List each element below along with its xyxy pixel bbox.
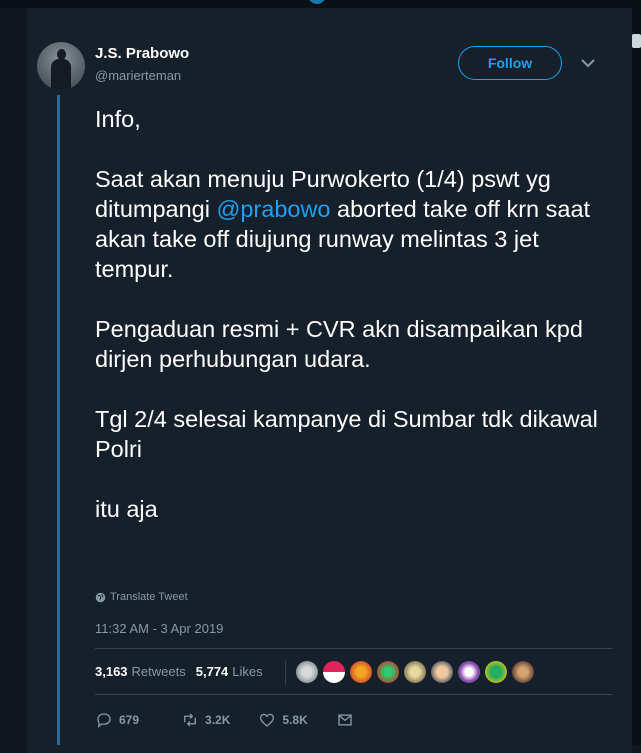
chevron-down-icon[interactable]	[580, 58, 596, 68]
retweet-button[interactable]: 3.2K	[181, 711, 230, 729]
liker-avatar[interactable]	[296, 661, 318, 683]
divider	[95, 648, 612, 649]
liker-avatar[interactable]	[431, 661, 453, 683]
liker-avatar[interactable]	[404, 661, 426, 683]
tweet-paragraph-5: itu aja	[95, 496, 158, 522]
reply-count[interactable]: 679	[119, 713, 139, 727]
liker-avatars	[285, 661, 534, 685]
follow-button[interactable]: Follow	[458, 46, 562, 80]
like-button[interactable]: 5.8K	[258, 711, 308, 729]
avatar[interactable]	[37, 42, 85, 90]
reply-button[interactable]: 679	[95, 711, 139, 729]
globe-icon	[95, 592, 106, 602]
retweet-icon	[184, 713, 196, 727]
tweet-line-1: Info,	[95, 106, 141, 132]
likes-label[interactable]: Likes	[232, 664, 262, 679]
tweet-paragraph-4: Tgl 2/4 selesai kampanye di Sumbar tdk d…	[95, 406, 598, 462]
tweet-paragraph-3: Pengaduan resmi + CVR akn disampaikan kp…	[95, 316, 583, 372]
mention-link[interactable]: @prabowo	[217, 196, 331, 222]
tweet-actions: 679 3.2K 5.8K	[95, 711, 354, 729]
divider	[95, 694, 612, 695]
direct-message-button[interactable]	[336, 711, 354, 729]
user-handle[interactable]: @marierteman	[95, 68, 181, 83]
twitter-logo-icon	[308, 0, 326, 4]
retweets-count[interactable]: 3,163	[95, 664, 128, 679]
like-count[interactable]: 5.8K	[282, 713, 307, 727]
liker-avatar[interactable]	[323, 661, 345, 683]
window-edge	[632, 0, 641, 745]
thread-line	[57, 95, 60, 745]
translate-label[interactable]: Translate Tweet	[110, 591, 188, 603]
user-name[interactable]: J.S. Prabowo	[95, 45, 189, 62]
reply-icon	[97, 713, 111, 729]
liker-avatar[interactable]	[458, 661, 480, 683]
liker-avatar[interactable]	[485, 661, 507, 683]
top-bar	[0, 0, 641, 8]
retweets-label[interactable]: Retweets	[132, 664, 186, 679]
message-icon	[338, 714, 352, 726]
liker-avatar[interactable]	[377, 661, 399, 683]
translate-tweet-link[interactable]: Translate Tweet	[95, 591, 188, 603]
likes-count[interactable]: 5,774	[196, 664, 229, 679]
heart-icon	[260, 713, 275, 727]
scroll-indicator[interactable]	[632, 34, 641, 48]
retweet-count[interactable]: 3.2K	[205, 713, 230, 727]
timestamp[interactable]: 11:32 AM - 3 Apr 2019	[95, 621, 223, 636]
tweet-text: Info, Saat akan menuju Purwokerto (1/4) …	[95, 104, 615, 524]
engagement-stats: 3,163 Retweets 5,774 Likes	[95, 664, 263, 679]
tweet-paragraph-2: Saat akan menuju Purwokerto (1/4) pswt y…	[95, 164, 615, 284]
liker-avatar[interactable]	[350, 661, 372, 683]
liker-avatar[interactable]	[512, 661, 534, 683]
avatar-figure-body	[51, 59, 71, 90]
